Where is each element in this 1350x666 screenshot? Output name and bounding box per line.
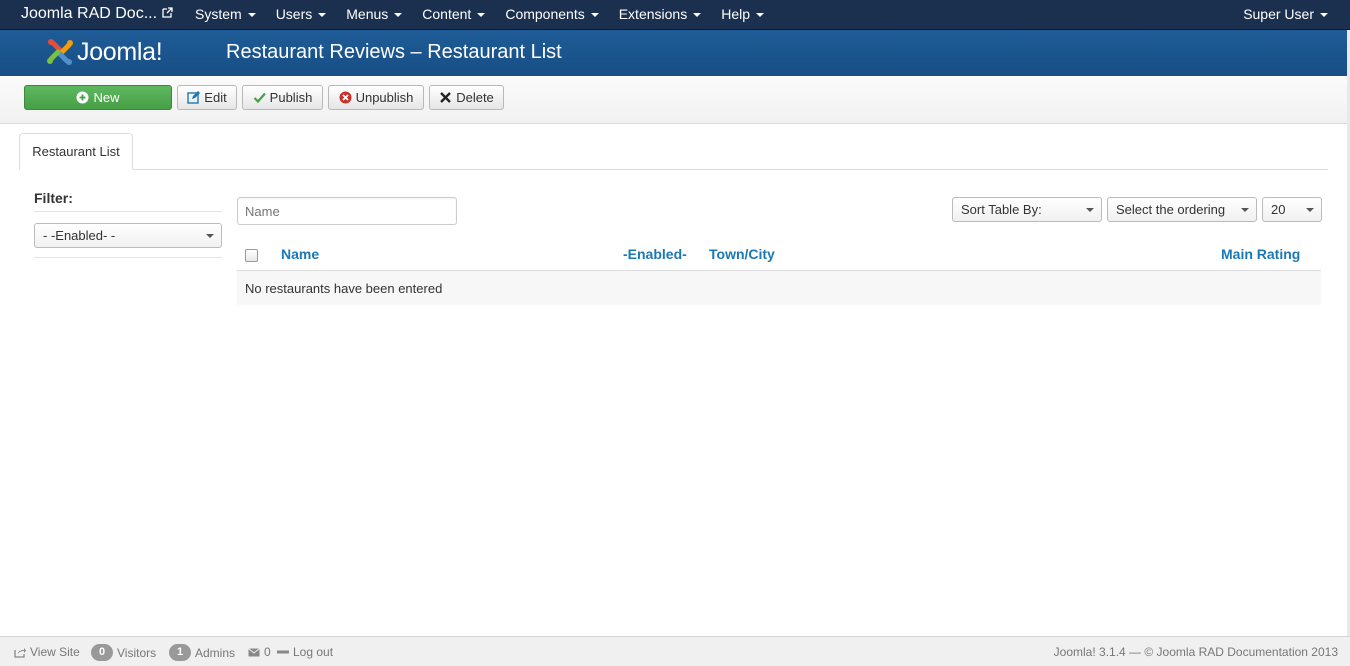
toolbar: New Edit Publish Unpublish Delete <box>0 76 1350 124</box>
chevron-down-icon <box>394 13 403 17</box>
external-link-icon <box>162 5 173 18</box>
column-header-name[interactable]: Name <box>281 246 319 262</box>
list-limit-value: 20 <box>1271 202 1286 217</box>
menu-users[interactable]: Users <box>276 0 327 30</box>
delete-button-label: Delete <box>456 90 494 105</box>
site-brand-label: Joomla RAD Doc... <box>21 5 158 22</box>
select-all-checkbox[interactable] <box>245 249 258 262</box>
new-button[interactable]: New <box>24 85 172 110</box>
table-row: No restaurants have been entered <box>237 271 1321 305</box>
messages-indicator[interactable]: 0 <box>248 645 271 659</box>
enabled-filter-select[interactable]: - -Enabled- - <box>34 223 222 248</box>
menu-content-label: Content <box>422 6 472 22</box>
search-input[interactable] <box>237 197 457 225</box>
messages-count: 0 <box>264 645 271 659</box>
chevron-down-icon <box>206 234 214 238</box>
delete-button[interactable]: Delete <box>429 85 504 110</box>
filter-divider <box>34 211 222 212</box>
list-limit-select[interactable]: 20 <box>1262 197 1322 222</box>
ordering-value: Select the ordering <box>1116 202 1226 217</box>
chevron-down-icon <box>1241 208 1249 212</box>
new-button-label: New <box>93 90 120 105</box>
menu-extensions-label: Extensions <box>618 6 688 22</box>
plus-circle-icon <box>76 91 89 104</box>
column-header-enabled[interactable]: -Enabled- <box>623 246 687 262</box>
status-footer: View Site 0 Visitors 1 Admins 0 Log out … <box>0 636 1350 666</box>
edit-button-label: Edit <box>204 90 227 105</box>
menu-content[interactable]: Content <box>422 0 486 30</box>
chevron-down-icon <box>1306 208 1314 212</box>
sort-table-select[interactable]: Sort Table By: <box>952 197 1102 222</box>
filter-divider <box>34 257 222 258</box>
column-header-rating[interactable]: Main Rating <box>1221 246 1300 262</box>
admins-count-badge: 1 <box>169 644 191 661</box>
column-header-town[interactable]: Town/City <box>709 246 775 262</box>
joomla-logo-icon <box>47 39 73 65</box>
joomla-logo-text: Joomla! <box>77 37 163 66</box>
menu-users-label: Users <box>275 6 313 22</box>
user-menu[interactable]: Super User <box>1243 0 1328 30</box>
site-brand-link[interactable]: Joomla RAD Doc... <box>21 5 173 23</box>
chevron-down-icon <box>477 13 486 17</box>
chevron-down-icon <box>1320 13 1328 17</box>
visitors-indicator[interactable]: 0 Visitors <box>91 644 156 661</box>
chevron-down-icon <box>318 13 327 17</box>
view-site-link[interactable]: View Site <box>14 645 80 659</box>
menu-system-label: System <box>195 6 242 22</box>
empty-table-message: No restaurants have been entered <box>245 281 443 296</box>
tab-restaurant-list[interactable]: Restaurant List <box>19 133 133 170</box>
chevron-down-icon <box>1086 208 1094 212</box>
menu-menus[interactable]: Menus <box>346 0 403 30</box>
tabs-divider <box>19 169 1328 170</box>
edit-button[interactable]: Edit <box>177 85 237 110</box>
page-title: Restaurant Reviews – Restaurant List <box>226 41 562 63</box>
chevron-down-icon <box>756 13 764 17</box>
unpublish-button[interactable]: Unpublish <box>328 85 424 110</box>
share-icon <box>14 647 26 658</box>
page-header: Joomla! Restaurant Reviews – Restaurant … <box>0 30 1350 76</box>
visitors-count-badge: 0 <box>91 644 113 661</box>
edit-icon <box>187 91 201 104</box>
menu-help[interactable]: Help <box>721 0 764 30</box>
chevron-down-icon <box>247 13 256 17</box>
user-menu-label: Super User <box>1243 6 1314 22</box>
admins-label: Admins <box>195 645 236 660</box>
top-navbar: Joomla RAD Doc... System Users Menus Con… <box>0 0 1350 30</box>
menu-menus-label: Menus <box>346 6 389 22</box>
minus-icon <box>277 650 289 654</box>
menu-components-label: Components <box>505 6 585 22</box>
logout-link[interactable]: Log out <box>277 645 333 659</box>
cancel-circle-icon <box>339 91 352 104</box>
unpublish-button-label: Unpublish <box>355 90 414 105</box>
menu-extensions[interactable]: Extensions <box>618 0 702 30</box>
menu-system[interactable]: System <box>195 0 256 30</box>
view-site-label: View Site <box>30 645 80 659</box>
chevron-down-icon <box>693 13 702 17</box>
check-icon <box>253 91 266 104</box>
admins-indicator[interactable]: 1 Admins <box>169 644 235 661</box>
envelope-icon <box>248 647 260 657</box>
menu-components[interactable]: Components <box>505 0 599 30</box>
ordering-select[interactable]: Select the ordering <box>1107 197 1257 222</box>
publish-button[interactable]: Publish <box>242 85 323 110</box>
visitors-label: Visitors <box>117 645 157 660</box>
close-icon <box>439 91 452 104</box>
filter-heading: Filter: <box>34 190 73 206</box>
publish-button-label: Publish <box>269 90 313 105</box>
main-menu: System Users Menus Content Components Ex… <box>195 0 784 30</box>
logout-label: Log out <box>293 645 334 659</box>
menu-help-label: Help <box>721 6 750 22</box>
chevron-down-icon <box>590 13 599 17</box>
copyright-text: Joomla! 3.1.4 — © Joomla RAD Documentati… <box>1053 645 1338 659</box>
joomla-logo: Joomla! <box>45 34 163 70</box>
sort-table-value: Sort Table By: <box>961 202 1042 217</box>
enabled-filter-value: - -Enabled- - <box>43 228 116 243</box>
